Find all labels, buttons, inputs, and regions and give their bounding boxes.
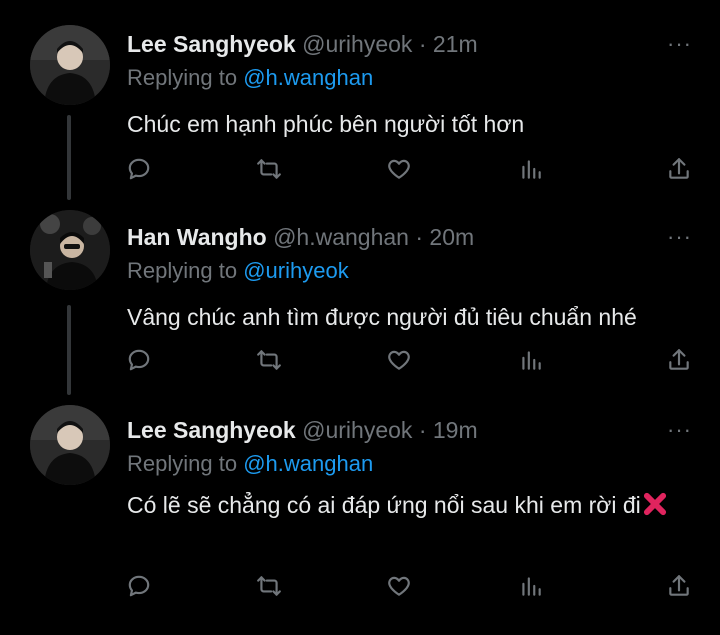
- retweet-icon: [257, 576, 281, 596]
- tweet-header: Han Wangho @h.wanghan · 20m: [127, 224, 474, 251]
- display-name[interactable]: Lee Sanghyeok: [127, 417, 296, 443]
- like-icon: [388, 159, 410, 179]
- analytics-icon: [522, 577, 541, 596]
- reply-icon: [128, 349, 150, 371]
- analytics-button[interactable]: [514, 152, 548, 186]
- retweet-button[interactable]: [252, 569, 286, 603]
- replying-to-link[interactable]: @h.wanghan: [243, 451, 373, 476]
- reply-button[interactable]: [122, 569, 156, 603]
- display-name[interactable]: Lee Sanghyeok: [127, 31, 296, 57]
- replying-prefix: Replying to: [127, 258, 238, 283]
- tweet-header: Lee Sanghyeok @urihyeok · 21m: [127, 31, 478, 58]
- avatar[interactable]: [30, 405, 110, 485]
- replying-to: Replying to @urihyeok: [127, 258, 349, 284]
- share-button[interactable]: [662, 343, 696, 377]
- replying-prefix: Replying to: [127, 65, 238, 90]
- share-icon: [669, 158, 689, 179]
- like-button[interactable]: [382, 152, 416, 186]
- replying-to: Replying to @h.wanghan: [127, 65, 373, 91]
- replying-to: Replying to @h.wanghan: [127, 451, 373, 477]
- tweet-header: Lee Sanghyeok @urihyeok · 19m: [127, 417, 478, 444]
- reply-button[interactable]: [122, 343, 156, 377]
- like-icon: [388, 576, 410, 596]
- timestamp[interactable]: · 20m: [415, 224, 474, 250]
- more-icon[interactable]: ···: [667, 224, 692, 250]
- share-icon: [669, 349, 689, 370]
- display-name[interactable]: Han Wangho: [127, 224, 267, 250]
- reply-icon: [128, 158, 150, 180]
- like-button[interactable]: [382, 569, 416, 603]
- tweet-text-container: Có lẽ sẽ chẳng có ai đáp ứng nổi sau khi…: [127, 486, 707, 524]
- replying-to-link[interactable]: @urihyeok: [243, 258, 349, 283]
- tweet-text: Chúc em hạnh phúc bên người tốt hơn: [127, 111, 525, 137]
- retweet-icon: [257, 350, 281, 370]
- tweet-actions: [122, 569, 702, 603]
- tweet[interactable]: Lee Sanghyeok @urihyeok · 21m ··· Replyi…: [0, 25, 720, 195]
- more-icon[interactable]: ···: [667, 31, 692, 57]
- analytics-icon: [522, 160, 541, 179]
- avatar[interactable]: [30, 210, 110, 290]
- replying-to-link[interactable]: @h.wanghan: [243, 65, 373, 90]
- retweet-icon: [257, 159, 281, 179]
- share-button[interactable]: [662, 569, 696, 603]
- tweet[interactable]: Han Wangho @h.wanghan · 20m ··· Replying…: [0, 210, 720, 388]
- tweet[interactable]: Lee Sanghyeok @urihyeok · 19m ··· Replyi…: [0, 405, 720, 626]
- handle[interactable]: @h.wanghan: [273, 224, 409, 250]
- retweet-button[interactable]: [252, 152, 286, 186]
- cross-mark-emoji: [643, 492, 666, 516]
- timestamp[interactable]: · 21m: [419, 31, 478, 57]
- analytics-button[interactable]: [514, 343, 548, 377]
- more-icon[interactable]: ···: [667, 417, 692, 443]
- tweet-actions: [122, 343, 702, 377]
- tweet-actions: [122, 152, 702, 186]
- tweet-text: Có lẽ sẽ chẳng có ai đáp ứng nổi sau khi…: [127, 492, 641, 518]
- reply-button[interactable]: [122, 152, 156, 186]
- avatar[interactable]: [30, 25, 110, 105]
- handle[interactable]: @urihyeok: [302, 31, 412, 57]
- tweet-text: Vâng chúc anh tìm được người đủ tiêu chu…: [127, 304, 637, 330]
- timestamp[interactable]: · 19m: [419, 417, 478, 443]
- retweet-button[interactable]: [252, 343, 286, 377]
- share-icon: [669, 575, 689, 596]
- share-button[interactable]: [662, 152, 696, 186]
- like-button[interactable]: [382, 343, 416, 377]
- reply-icon: [128, 575, 150, 597]
- analytics-button[interactable]: [514, 569, 548, 603]
- handle[interactable]: @urihyeok: [302, 417, 412, 443]
- like-icon: [388, 350, 410, 370]
- analytics-icon: [522, 351, 541, 370]
- replying-prefix: Replying to: [127, 451, 238, 476]
